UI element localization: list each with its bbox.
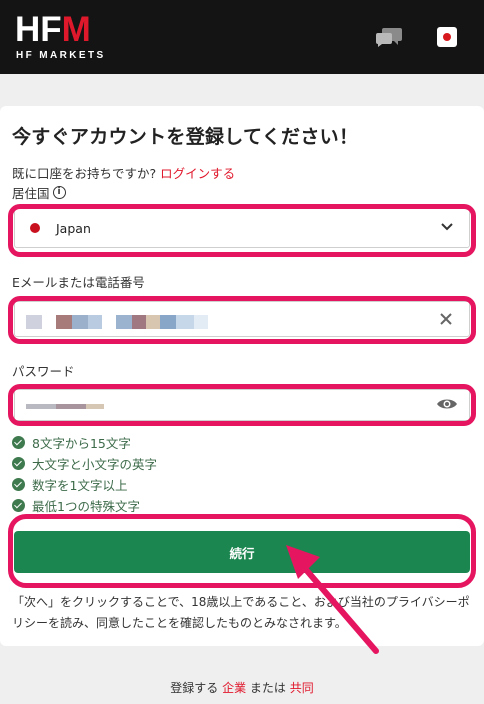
info-icon[interactable]	[52, 186, 66, 199]
password-label: パスワード	[12, 364, 75, 379]
top-header: HFM HF MARKETS	[0, 0, 484, 74]
have-account-text: 既に口座をお持ちですか? ログインする	[12, 163, 235, 182]
requirement-length: 8文字から15文字	[12, 433, 131, 452]
check-icon	[12, 499, 25, 512]
requirement-case: 大文字と小文字の英字	[12, 454, 157, 473]
login-link[interactable]: ログインする	[160, 166, 235, 181]
footer-prefix: 登録する	[170, 681, 219, 695]
japan-flag-icon[interactable]	[437, 27, 457, 47]
chat-bubbles-icon[interactable]	[375, 26, 403, 48]
requirement-text: 最低1つの特殊文字	[32, 499, 140, 514]
email-label: Eメールまたは電話番号	[12, 275, 145, 290]
country-highlight	[8, 204, 476, 257]
footer-register-links: 登録する 企業 または 共同	[0, 679, 484, 696]
corporate-link[interactable]: 企業	[222, 681, 246, 695]
check-icon	[12, 478, 25, 491]
residence-label: 居住国	[12, 183, 66, 202]
requirement-digit: 数字を1文字以上	[12, 475, 127, 494]
logo-mark: HFM	[15, 10, 91, 49]
email-highlight	[8, 296, 476, 344]
password-highlight	[8, 384, 476, 426]
requirement-text: 大文字と小文字の英字	[32, 457, 158, 472]
requirement-text: 8文字から15文字	[32, 436, 131, 451]
check-icon	[12, 457, 25, 470]
check-icon	[12, 436, 25, 449]
privacy-notice: 「次へ」をクリックすることで、18歳以上であること、および当社のプライバシーポリ…	[12, 595, 470, 630]
requirement-special: 最低1つの特殊文字	[12, 496, 140, 515]
continue-highlight	[8, 514, 476, 588]
requirement-text: 数字を1文字以上	[32, 478, 128, 493]
have-account-label: 既に口座をお持ちですか?	[12, 166, 157, 181]
logo-subtitle: HF MARKETS	[16, 50, 106, 61]
residence-label-text: 居住国	[12, 186, 50, 201]
footer-middle: または	[249, 681, 286, 695]
page-title: 今すぐアカウントを登録してください！	[12, 126, 359, 148]
joint-link[interactable]: 共同	[290, 681, 314, 695]
hfm-logo[interactable]: HFM HF MARKETS	[15, 12, 115, 62]
